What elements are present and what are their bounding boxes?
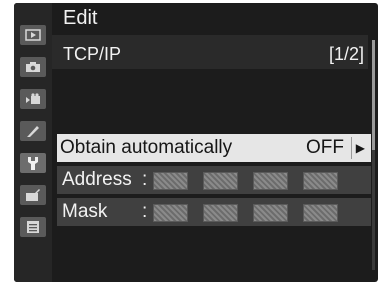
obtain-automatically-label: Obtain automatically bbox=[60, 137, 233, 158]
address-row[interactable]: Address : bbox=[57, 166, 371, 194]
mask-octet-2 bbox=[203, 204, 238, 222]
playback-icon[interactable] bbox=[20, 25, 46, 45]
address-octet-4 bbox=[303, 172, 338, 190]
scrollbar-thumb[interactable] bbox=[372, 40, 375, 150]
address-colon: : bbox=[142, 169, 148, 190]
submenu-title: TCP/IP bbox=[63, 44, 122, 64]
camera-icon[interactable] bbox=[20, 57, 46, 77]
page-indicator: [1/2] bbox=[328, 44, 364, 64]
address-label: Address bbox=[62, 169, 132, 190]
obtain-automatically-row[interactable]: Obtain automatically OFF ▶ bbox=[57, 134, 371, 162]
chevron-right-icon[interactable]: ▶ bbox=[356, 139, 365, 157]
mask-label: Mask bbox=[62, 201, 108, 222]
movie-icon[interactable] bbox=[20, 89, 46, 109]
submenu-header: TCP/IP [1/2] bbox=[52, 35, 368, 69]
menu-sidebar bbox=[14, 3, 52, 282]
camera-menu-screen: Edit TCP/IP [1/2] Obtain automatically O… bbox=[14, 3, 378, 282]
mask-row[interactable]: Mask : bbox=[57, 198, 371, 226]
mask-octet-3 bbox=[253, 204, 288, 222]
retouch-icon[interactable] bbox=[20, 185, 46, 205]
menu-title: Edit bbox=[63, 7, 98, 29]
address-octet-3 bbox=[253, 172, 288, 190]
pencil-icon[interactable] bbox=[20, 121, 46, 141]
mask-octet-4 bbox=[303, 204, 338, 222]
wrench-icon[interactable] bbox=[20, 153, 46, 173]
address-octet-1 bbox=[153, 172, 188, 190]
obtain-automatically-value: OFF bbox=[306, 137, 344, 158]
my-menu-icon[interactable] bbox=[20, 217, 46, 237]
mask-octet-1 bbox=[153, 204, 188, 222]
address-octet-2 bbox=[203, 172, 238, 190]
mask-colon: : bbox=[142, 201, 148, 222]
value-divider bbox=[351, 137, 352, 159]
